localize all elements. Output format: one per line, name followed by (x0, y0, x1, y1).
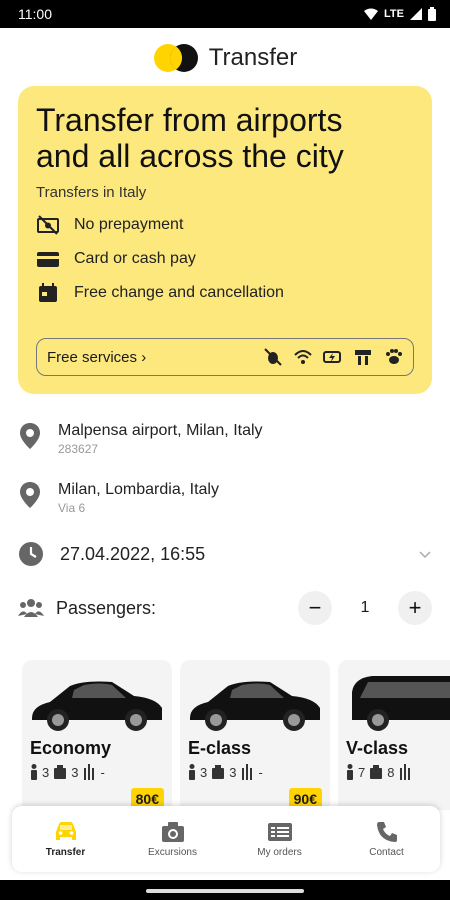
person-icon (189, 764, 195, 780)
to-location-field[interactable]: Milan, Lombardia, Italy Via 6 (18, 481, 432, 515)
camera-icon (161, 821, 184, 842)
extra-capacity: - (100, 764, 105, 780)
passengers-row: Passengers: − 1 + (18, 590, 432, 626)
status-bar: 11:00 LTE (0, 0, 450, 28)
car-card-economy[interactable]: Economy 3 3 - 80€ (22, 660, 172, 810)
sedan-car-image (32, 681, 162, 731)
van-image (352, 676, 450, 731)
nav-label: My orders (257, 846, 302, 858)
app-header: Transfer (0, 38, 450, 78)
car-specs: 3 3 - (188, 764, 263, 780)
car-class-name: Economy (30, 738, 112, 758)
network-type: LTE (384, 8, 404, 20)
nav-my-orders[interactable]: My orders (226, 806, 333, 872)
hero-title-line1: Transfer from airports (36, 102, 343, 138)
free-services-button[interactable]: Free services › (36, 338, 414, 376)
luggage-capacity: 3 (71, 764, 79, 780)
passenger-capacity: 7 (358, 764, 366, 780)
car-card-e-class[interactable]: E-class 3 3 - 90€ (180, 660, 330, 810)
feature-label: No prepayment (74, 216, 184, 233)
nav-label: Contact (369, 846, 404, 858)
car-specs: 3 3 - (30, 764, 105, 780)
person-icon (31, 764, 37, 780)
nav-transfer[interactable]: Transfer (12, 806, 119, 872)
feature-no-prepayment: No prepayment (36, 215, 414, 235)
passengers-label: Passengers: (56, 597, 157, 618)
nav-excursions[interactable]: Excursions (119, 806, 226, 872)
orders-icon (267, 822, 292, 841)
luggage-capacity: 3 (229, 764, 237, 780)
luggage-icon (54, 765, 67, 779)
status-time: 11:00 (18, 6, 52, 22)
wifi-icon (294, 350, 312, 364)
pet-paw-icon (386, 349, 402, 364)
from-location-field[interactable]: Malpensa airport, Milan, Italy 283627 (18, 422, 432, 456)
sedan-car-image (190, 681, 320, 731)
to-location-main: Milan, Lombardia, Italy (58, 481, 219, 498)
car-class-name: E-class (188, 738, 252, 758)
hero-card: Transfer from airports and all across th… (18, 86, 432, 394)
ski-icon (242, 764, 253, 780)
phone-icon (376, 821, 397, 842)
from-location-main: Malpensa airport, Milan, Italy (58, 422, 263, 439)
chevron-down-icon[interactable] (418, 549, 432, 559)
feature-free-change: Free change and cancellation (36, 283, 414, 303)
nav-label: Transfer (45, 846, 86, 858)
hero-title-line2: and all across the city (36, 138, 344, 174)
nav-contact[interactable]: Contact (333, 806, 440, 872)
person-icon (347, 764, 353, 780)
cell-signal-icon (410, 8, 422, 20)
luggage-capacity: 8 (387, 764, 395, 780)
location-pin-icon (20, 423, 40, 449)
people-icon (18, 599, 44, 617)
car-class-carousel[interactable]: Economy 3 3 - 80€ E-class 3 3 - 90€ V-cl… (22, 660, 450, 810)
feature-card-or-cash: Card or cash pay (36, 249, 414, 269)
card-icon (37, 252, 59, 267)
from-location-sub: 283627 (58, 442, 99, 456)
hero-subtitle: Transfers in Italy (36, 184, 147, 201)
car-specs: 7 8 (346, 764, 412, 780)
feature-label: Free change and cancellation (74, 284, 284, 301)
extra-capacity: - (258, 764, 263, 780)
charging-icon (323, 351, 341, 363)
clock-icon (19, 542, 43, 566)
no-money-icon (37, 215, 59, 235)
child-seat-icon (355, 350, 371, 365)
calendar-icon (39, 283, 57, 302)
decrease-passengers-button[interactable]: − (298, 591, 332, 625)
no-bug-icon (264, 348, 282, 366)
app-title: Transfer (208, 44, 298, 71)
transfer-logo-icon (153, 43, 199, 73)
feature-label: Card or cash pay (74, 250, 196, 267)
increase-passengers-button[interactable]: + (398, 591, 432, 625)
free-services-label: Free services › (47, 348, 147, 366)
home-gesture-handle[interactable] (146, 889, 304, 893)
car-icon (55, 821, 76, 840)
to-location-sub: Via 6 (58, 501, 86, 515)
system-navigation-bar (0, 880, 450, 900)
luggage-icon (212, 765, 225, 779)
ski-icon (400, 764, 411, 780)
datetime-value: 27.04.2022, 16:55 (60, 543, 206, 564)
ski-icon (84, 764, 95, 780)
car-card-v-class[interactable]: V-class 7 8 (338, 660, 450, 810)
passengers-count: 1 (360, 599, 370, 616)
battery-icon (428, 7, 436, 21)
status-icons: LTE (364, 7, 436, 21)
location-pin-icon (20, 482, 40, 508)
bottom-navigation: Transfer Excursions My orders Contact (12, 806, 440, 872)
passenger-capacity: 3 (42, 764, 50, 780)
wifi-signal-icon (364, 8, 379, 20)
hero-title: Transfer from airports and all across th… (36, 102, 414, 174)
nav-label: Excursions (148, 846, 197, 858)
car-class-name: V-class (346, 738, 409, 758)
luggage-icon (370, 765, 383, 779)
free-services-icons (263, 348, 403, 366)
passenger-capacity: 3 (200, 764, 208, 780)
datetime-field[interactable]: 27.04.2022, 16:55 (18, 538, 432, 570)
